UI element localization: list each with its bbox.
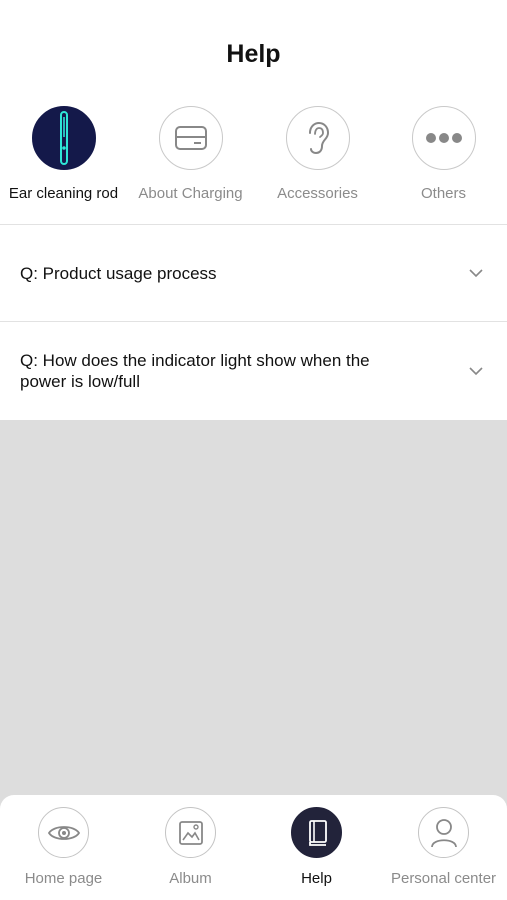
tab-album[interactable]: Album (127, 807, 254, 897)
category-label: Ear cleaning rod (8, 185, 119, 202)
tab-label: Personal center (390, 870, 497, 887)
category-accessories[interactable]: Accessories (254, 106, 381, 210)
person-icon (418, 807, 469, 858)
more-dots-icon (411, 106, 476, 170)
faq-item[interactable]: Q: Product usage process (0, 225, 507, 321)
tab-help[interactable]: Help (253, 807, 380, 897)
tab-personal-center[interactable]: Personal center (380, 807, 507, 897)
page-title: Help (226, 40, 281, 68)
tab-label: Help (301, 870, 332, 887)
category-others[interactable]: Others (380, 106, 507, 210)
charging-card-icon (158, 106, 223, 170)
category-about-charging[interactable]: About Charging (127, 106, 254, 210)
faq-question: Q: Product usage process (20, 264, 217, 283)
album-icon (165, 807, 216, 858)
category-label: Others (420, 185, 466, 202)
book-icon (291, 807, 342, 858)
ear-cleaning-rod-icon (31, 106, 96, 170)
category-label: Accessories (277, 185, 358, 202)
faq-item[interactable]: Q: How does the indicator light show whe… (0, 322, 507, 420)
help-content-panel: Help Ear cleaning rod About Charging Acc… (0, 0, 507, 420)
faq-question: Q: How does the indicator light show whe… (20, 351, 370, 391)
tab-label: Home page (24, 870, 103, 887)
category-ear-cleaning-rod[interactable]: Ear cleaning rod (0, 106, 127, 210)
eye-icon (38, 807, 89, 858)
ear-icon (285, 106, 350, 170)
chevron-down-icon (469, 269, 483, 278)
chevron-down-icon (469, 367, 483, 376)
category-selector: Ear cleaning rod About Charging Accessor… (0, 106, 507, 210)
tab-label: Album (169, 870, 212, 887)
category-label: About Charging (138, 185, 243, 202)
tab-home-page[interactable]: Home page (0, 807, 127, 897)
bottom-tab-bar: Home page Album Help Personal center (0, 795, 507, 900)
